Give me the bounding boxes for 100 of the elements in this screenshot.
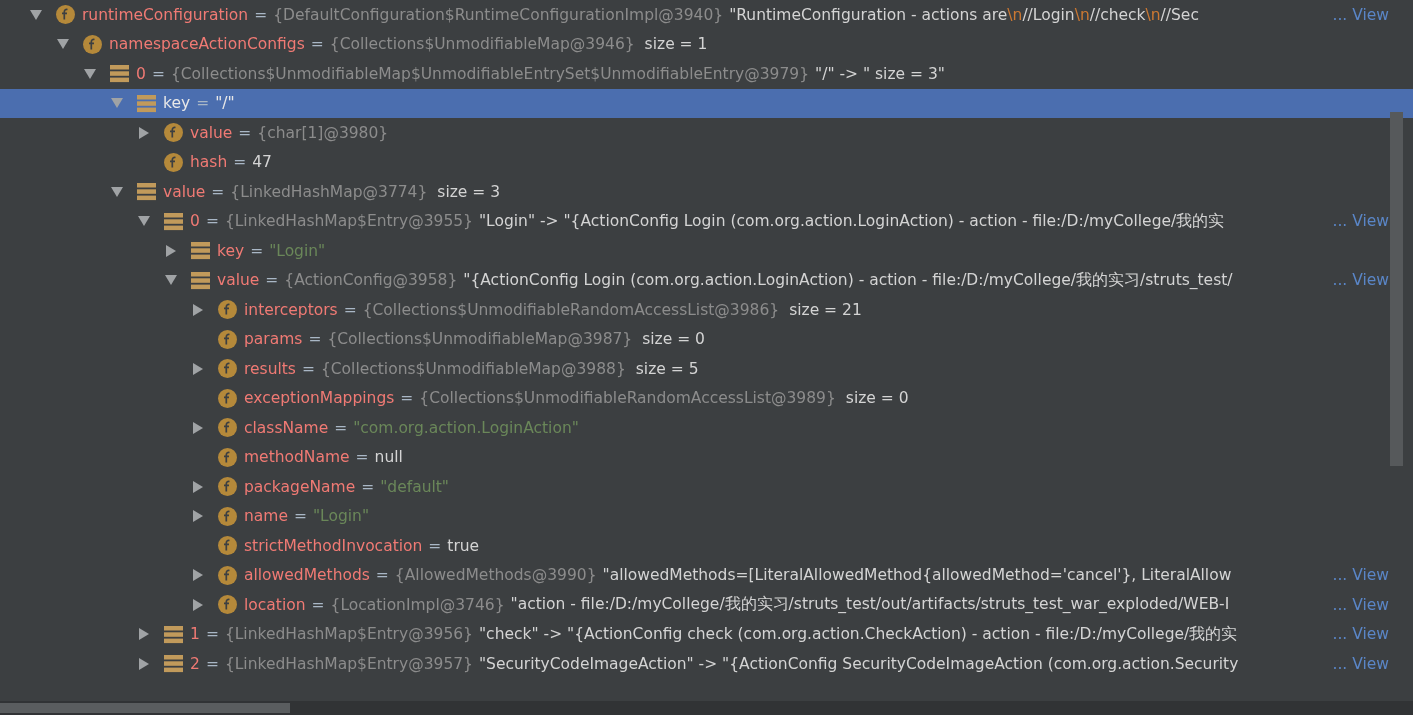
equals-sign: =: [254, 5, 268, 24]
variable-row[interactable]: value = {ActionConfig@3958} "{ActionConfig Login (com.org.action.LoginAction) - action - file:/D:/myCollege/我的实习/struts_test/ ... View: [0, 265, 1389, 295]
value-summary: "{ActionConfig Login (com.org.action.LoginAction) - action - file:/D:/myCollege/我的实习/struts_test/: [463, 269, 1233, 291]
variable-name: key: [217, 241, 245, 260]
variable-row[interactable]: strictMethodInvocation = true: [0, 531, 1389, 561]
expand-arrow-icon[interactable]: [138, 657, 150, 670]
vertical-scrollbar[interactable]: [1390, 112, 1403, 466]
equals-sign: =: [250, 241, 264, 260]
expand-arrow-icon[interactable]: [192, 362, 204, 375]
type-label: {DefaultConfiguration$RuntimeConfigurationImpl@3940}: [273, 5, 724, 24]
expand-arrow-icon[interactable]: [192, 569, 204, 582]
variable-row[interactable]: value = {LinkedHashMap@3774} size = 3: [0, 177, 1389, 207]
variable-row[interactable]: exceptionMappings = {Collections$UnmodifiableRandomAccessList@3989} size = 0: [0, 383, 1389, 413]
type-label: {AllowedMethods@3990}: [394, 566, 597, 585]
variable-row[interactable]: key = "/": [0, 88, 1413, 118]
equals-sign: =: [361, 477, 375, 496]
field-icon: [218, 595, 237, 615]
variable-name: className: [244, 418, 329, 437]
expand-arrow-icon[interactable]: [192, 421, 204, 434]
field-icon: [218, 359, 237, 379]
equals-sign: =: [334, 418, 348, 437]
variable-name: key: [163, 94, 191, 113]
field-icon: [218, 388, 237, 408]
variable-name: strictMethodInvocation: [244, 536, 423, 555]
type-label: {Collections$UnmodifiableMap$UnmodifiableEntrySet$UnmodifiableEntry@3979}: [170, 64, 810, 83]
collapse-arrow-icon[interactable]: [30, 8, 42, 21]
variable-row[interactable]: hash = 47: [0, 147, 1389, 177]
type-label: {Collections$UnmodifiableMap@3988}: [320, 359, 626, 378]
field-icon: [218, 506, 237, 526]
variable-row[interactable]: methodName = null: [0, 442, 1389, 472]
size-label: size = 0: [642, 330, 705, 349]
collapse-arrow-icon[interactable]: [138, 215, 150, 228]
value-summary: "SecurityCodeImageAction" -> "{ActionConfig SecurityCodeImageAction (com.org.action.Security: [479, 654, 1239, 673]
entry-icon: [164, 654, 183, 674]
field-icon: [218, 418, 237, 438]
variable-row[interactable]: name = "Login": [0, 501, 1389, 531]
variable-row[interactable]: 0 = {LinkedHashMap$Entry@3955} "Login" -> "{ActionConfig Login (com.org.action.LoginAction) - action - file:/D:/myCollege/我的实 ... View: [0, 206, 1389, 236]
collapse-arrow-icon[interactable]: [57, 38, 69, 51]
variable-row[interactable]: key = "Login": [0, 236, 1389, 266]
variable-name: 2: [190, 654, 200, 673]
expand-arrow-icon[interactable]: [192, 480, 204, 493]
variable-name: 1: [190, 625, 200, 644]
expand-arrow-icon[interactable]: [138, 628, 150, 641]
equals-sign: =: [205, 625, 219, 644]
value-summary: "allowedMethods=[LiteralAllowedMethod{allowedMethod='cancel'}, LiteralAllow: [602, 566, 1232, 585]
expand-arrow-icon[interactable]: [138, 126, 150, 139]
variable-row[interactable]: value = {char[1]@3980}: [0, 118, 1389, 148]
equals-sign: =: [238, 123, 252, 142]
entry-icon: [164, 211, 183, 231]
expand-arrow-icon[interactable]: [192, 303, 204, 316]
variable-row[interactable]: 0 = {Collections$UnmodifiableMap$UnmodifiableEntrySet$UnmodifiableEntry@3979} "/" -> " size = 3": [0, 59, 1389, 89]
variable-row[interactable]: className = "com.org.action.LoginAction": [0, 413, 1389, 443]
entry-icon: [191, 270, 210, 290]
field-icon: [218, 447, 237, 467]
variable-name: interceptors: [244, 300, 338, 319]
equals-sign: =: [343, 300, 357, 319]
variable-name: runtimeConfiguration: [82, 5, 249, 24]
variable-name: results: [244, 359, 296, 378]
variable-row[interactable]: allowedMethods = {AllowedMethods@3990} "allowedMethods=[LiteralAllowedMethod{allowedMethod='cancel'}, LiteralAllow ... View: [0, 560, 1389, 590]
size-label: size = 5: [635, 359, 699, 378]
equals-sign: =: [400, 389, 414, 408]
variable-row[interactable]: results = {Collections$UnmodifiableMap@3988} size = 5: [0, 354, 1389, 384]
variable-row[interactable]: namespaceActionConfigs = {Collections$UnmodifiableMap@3946} size = 1: [0, 29, 1389, 59]
variable-row[interactable]: 2 = {LinkedHashMap$Entry@3957} "SecurityCodeImageAction" -> "{ActionConfig SecurityCodeImageAction (com.org.action.Security ... View: [0, 649, 1389, 679]
variable-row[interactable]: params = {Collections$UnmodifiableMap@3987} size = 0: [0, 324, 1389, 354]
value-summary: "action - file:/D:/myCollege/我的实习/struts_test/out/artifacts/struts_test_war_exploded/WEB-I: [510, 594, 1230, 616]
type-label: {char[1]@3980}: [257, 123, 389, 142]
variable-row[interactable]: interceptors = {Collections$UnmodifiableRandomAccessList@3986} size = 21: [0, 295, 1389, 325]
size-label: size = 21: [789, 300, 862, 319]
variable-row[interactable]: packageName = "default": [0, 472, 1389, 502]
horizontal-scrollbar[interactable]: [0, 701, 1413, 715]
variable-name: exceptionMappings: [244, 389, 395, 408]
collapse-arrow-icon[interactable]: [111, 185, 123, 198]
type-label: {Collections$UnmodifiableRandomAccessList@3986}: [362, 300, 780, 319]
equals-sign: =: [211, 182, 225, 201]
string-value: "default": [380, 477, 449, 496]
variable-row[interactable]: 1 = {LinkedHashMap$Entry@3956} "check" -> "{ActionConfig check (com.org.action.CheckAction) - action - file:/D:/myCollege/我的实 ... View: [0, 619, 1389, 649]
field-icon: [218, 300, 237, 320]
expand-arrow-icon[interactable]: [192, 510, 204, 523]
equals-sign: =: [375, 566, 389, 585]
value-summary: "check" -> "{ActionConfig check (com.org.action.CheckAction) - action - file:/D:/myCollege/我的实: [479, 623, 1238, 645]
expand-arrow-icon[interactable]: [192, 598, 204, 611]
field-icon: [164, 123, 183, 143]
entry-icon: [191, 241, 210, 261]
field-icon: [218, 565, 237, 585]
equals-sign: =: [301, 359, 315, 378]
entry-icon: [137, 93, 156, 113]
string-value: "Login": [312, 507, 370, 526]
type-label: {LinkedHashMap$Entry@3957}: [224, 654, 473, 673]
value-summary: "/" -> " size = 3": [815, 64, 945, 83]
expand-arrow-icon[interactable]: [165, 244, 177, 257]
type-label: {LocationImpl@3746}: [330, 595, 505, 614]
equals-sign: =: [205, 654, 219, 673]
collapse-arrow-icon[interactable]: [84, 67, 96, 80]
variable-row[interactable]: location = {LocationImpl@3746} "action - file:/D:/myCollege/我的实习/struts_test/out/artifacts/struts_test_war_exploded/WEB-I ... View: [0, 590, 1389, 620]
variable-row[interactable]: runtimeConfiguration = {DefaultConfiguration$RuntimeConfigurationImpl@3940} "RuntimeConfiguration - actions are\n//Login\n//check\n//Sec ... View: [0, 0, 1389, 30]
variable-name: name: [244, 507, 288, 526]
collapse-arrow-icon[interactable]: [165, 274, 177, 287]
type-label: {Collections$UnmodifiableMap@3987}: [327, 330, 633, 349]
size-label: size = 3: [437, 182, 501, 201]
